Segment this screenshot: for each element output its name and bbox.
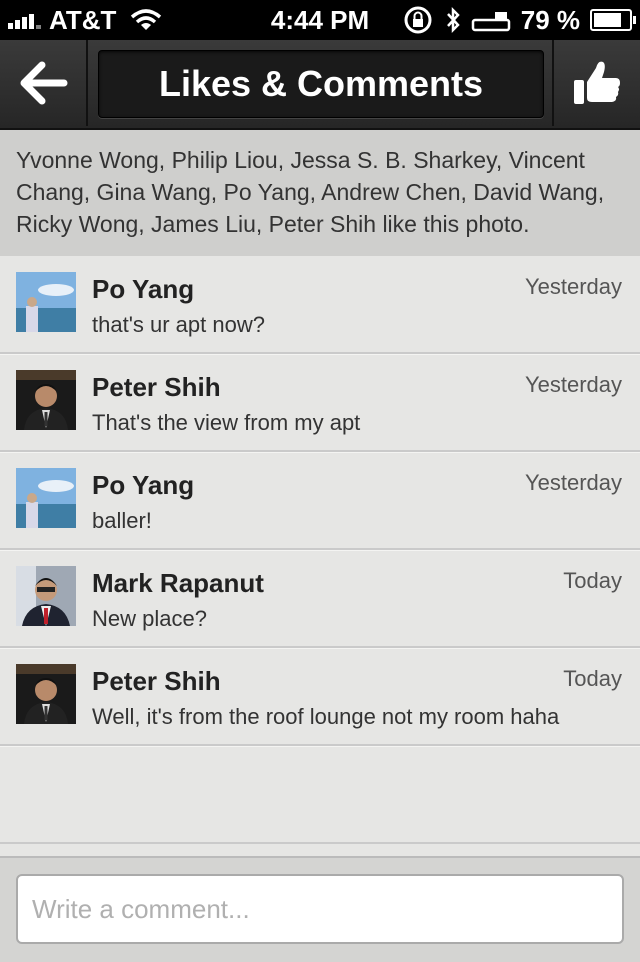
rotation-lock-icon bbox=[404, 6, 432, 34]
comment-item[interactable]: Po Yang baller! Yesterday bbox=[0, 452, 640, 550]
comment-item[interactable]: Po Yang that's ur apt now? Yesterday bbox=[0, 256, 640, 354]
comment-author[interactable]: Po Yang bbox=[92, 274, 194, 305]
comment-text: That's the view from my apt bbox=[92, 410, 361, 435]
comment-text: New place? bbox=[92, 606, 207, 631]
comment-item[interactable]: Peter Shih That's the view from my apt Y… bbox=[0, 354, 640, 452]
avatar[interactable] bbox=[16, 664, 76, 724]
comments-list: Po Yang that's ur apt now? Yesterday Pet… bbox=[0, 256, 640, 844]
comment-author[interactable]: Po Yang bbox=[92, 470, 194, 501]
alarm-icon bbox=[471, 12, 510, 32]
avatar[interactable] bbox=[16, 370, 76, 430]
comment-text: that's ur apt now? bbox=[92, 312, 265, 337]
comment-time: Yesterday bbox=[524, 372, 622, 397]
navigation-bar: Likes & Comments bbox=[0, 40, 640, 130]
status-bar: AT&T 4:44 PM 79 % bbox=[0, 0, 640, 40]
comment-item[interactable]: Mark Rapanut New place? Today bbox=[0, 550, 640, 648]
comment-time: Today bbox=[563, 666, 622, 691]
comment-input[interactable] bbox=[16, 874, 624, 944]
comment-author[interactable]: Mark Rapanut bbox=[92, 568, 264, 599]
comment-author[interactable]: Peter Shih bbox=[92, 372, 221, 403]
thumbs-up-icon bbox=[574, 61, 620, 104]
comment-item[interactable]: Peter Shih Well, it's from the roof loun… bbox=[0, 648, 640, 746]
comment-time: Today bbox=[563, 568, 622, 593]
comment-text: baller! bbox=[92, 508, 152, 533]
empty-row bbox=[0, 746, 640, 844]
likes-summary[interactable]: Yvonne Wong, Philip Liou, Jessa S. B. Sh… bbox=[0, 130, 640, 256]
bluetooth-icon bbox=[446, 6, 460, 34]
comment-text: Well, it's from the roof lounge not my r… bbox=[92, 704, 560, 729]
comment-time: Yesterday bbox=[524, 470, 622, 495]
avatar[interactable] bbox=[16, 468, 76, 528]
back-button[interactable] bbox=[0, 40, 88, 126]
avatar[interactable] bbox=[16, 566, 76, 626]
page-title: Likes & Comments bbox=[98, 50, 544, 118]
comment-time: Yesterday bbox=[524, 274, 622, 299]
back-arrow-icon bbox=[20, 61, 68, 105]
battery-icon bbox=[590, 9, 636, 31]
comment-bar bbox=[0, 856, 640, 962]
like-button[interactable] bbox=[552, 40, 640, 126]
avatar[interactable] bbox=[16, 272, 76, 332]
battery-percent: 79 % bbox=[520, 4, 580, 35]
comment-author[interactable]: Peter Shih bbox=[92, 666, 221, 697]
